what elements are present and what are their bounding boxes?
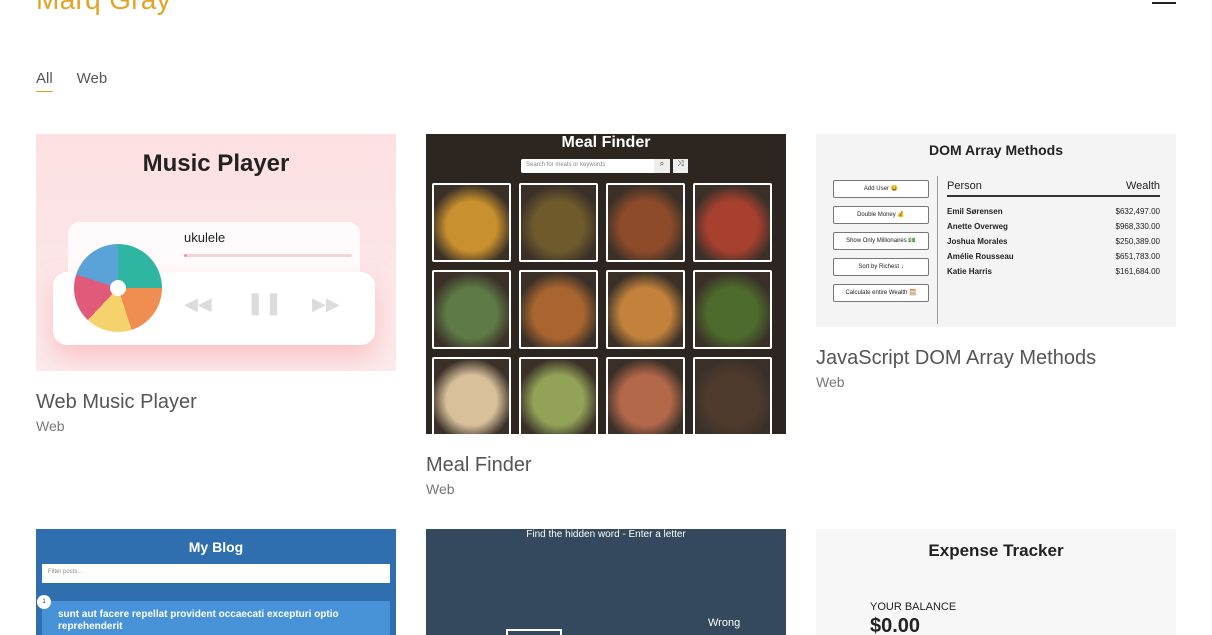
post-number-badge: 1 <box>37 595 51 609</box>
project-category: Web <box>36 418 65 434</box>
sort-by-richest-button: Sort by Richest ↓ <box>833 258 929 276</box>
table-row: Amélie Rousseau $651,783.00 <box>947 252 1160 267</box>
menu-toggle-button[interactable] <box>1152 0 1178 8</box>
pause-icon: ❚❚ <box>246 290 283 315</box>
meal-image <box>693 357 772 434</box>
thumbnail-heading: Expense Tracker <box>928 541 1064 560</box>
project-thumbnail[interactable]: Music Player ukulele ◀◀ ❚❚ ▶▶ <box>36 134 396 371</box>
category-filters: All Web <box>36 70 107 92</box>
column-wealth: Wealth <box>1125 180 1160 192</box>
person-wealth: $250,389.00 <box>1115 237 1161 246</box>
person-name: Amélie Rousseau <box>947 252 1014 261</box>
shuffle-icon: ⤨ <box>673 159 688 173</box>
next-icon: ▶▶ <box>312 294 340 314</box>
project-thumbnail[interactable]: Meal Finder Search for meals or keywords… <box>426 134 786 434</box>
project-title[interactable]: Meal Finder <box>426 454 786 477</box>
table-row: Anette Overweg $968,330.00 <box>947 222 1160 237</box>
filter-posts-input: Filter posts... <box>42 564 390 583</box>
project-category: Web <box>426 481 455 497</box>
project-card-music-player[interactable]: Music Player ukulele ◀◀ ❚❚ ▶▶ Web Music … <box>36 134 396 434</box>
project-card-blog[interactable]: My Blog Filter posts... sunt aut facere … <box>36 529 396 635</box>
balance-amount: $0.00 <box>870 615 921 635</box>
search-icon: ⌕ <box>654 159 670 173</box>
divider <box>937 176 938 324</box>
meal-image <box>606 270 685 349</box>
wrong-letters-label: Wrong <box>708 617 741 629</box>
project-title[interactable]: JavaScript DOM Array Methods <box>816 347 1176 370</box>
person-wealth: $161,684.00 <box>1115 267 1161 276</box>
project-title[interactable]: Web Music Player <box>36 391 396 414</box>
project-category: Web <box>816 374 845 390</box>
table-row: Emil Sørensen $632,497.00 <box>947 207 1160 222</box>
album-cover-icon <box>74 244 162 332</box>
meal-image <box>432 270 511 349</box>
thumbnail-heading: Music Player <box>142 150 290 177</box>
person-wealth: $632,497.00 <box>1115 207 1161 216</box>
project-thumbnail[interactable]: DOM Array Methods Add User 😀 Double Mone… <box>816 134 1176 327</box>
project-card-expense-tracker[interactable]: Expense Tracker YOUR BALANCE $0.00 <box>816 529 1176 635</box>
song-title: ukulele <box>184 230 226 245</box>
project-thumbnail[interactable]: Expense Tracker YOUR BALANCE $0.00 <box>816 529 1176 635</box>
person-name: Joshua Morales <box>947 237 1008 246</box>
add-user-button: Add User 😀 <box>833 180 929 198</box>
person-name: Emil Sørensen <box>947 207 1003 216</box>
previous-icon: ◀◀ <box>184 294 212 314</box>
meal-image <box>519 270 598 349</box>
post-preview: sunt aut facere repellat provident occae… <box>42 601 390 635</box>
table-row: Joshua Morales $250,389.00 <box>947 237 1160 252</box>
thumbnail-heading: DOM Array Methods <box>928 142 1064 158</box>
meal-image <box>432 183 511 262</box>
thumbnail-heading: My Blog <box>188 539 244 555</box>
show-millionaires-button: Show Only Millionaires 💵 <box>833 232 929 250</box>
meal-image <box>432 357 511 434</box>
person-wealth: $968,330.00 <box>1115 222 1161 231</box>
meal-image <box>519 183 598 262</box>
site-title[interactable]: Marq Gray <box>36 0 171 16</box>
song-progress-fill <box>184 254 188 257</box>
person-name: Anette Overweg <box>947 222 1008 231</box>
project-card-dom-array-methods[interactable]: DOM Array Methods Add User 😀 Double Mone… <box>816 134 1176 390</box>
action-buttons: Add User 😀 Double Money 💰 Show Only Mill… <box>833 180 929 302</box>
project-card-meal-finder[interactable]: Meal Finder Search for meals or keywords… <box>426 134 786 497</box>
table-row: Katie Harris $161,684.00 <box>947 267 1160 282</box>
table-header: Person Wealth <box>947 180 1160 197</box>
song-progress-bar <box>184 254 352 257</box>
gallows-icon <box>506 629 562 635</box>
meal-image <box>606 183 685 262</box>
filter-web[interactable]: Web <box>77 70 108 92</box>
person-wealth: $651,783.00 <box>1115 252 1161 261</box>
thumbnail-heading: Meal Finder <box>561 134 651 151</box>
meal-image <box>693 270 772 349</box>
column-person: Person <box>947 180 982 192</box>
double-money-button: Double Money 💰 <box>833 206 929 224</box>
filter-all[interactable]: All <box>36 70 53 92</box>
project-card-hangman[interactable]: Find the hidden word - Enter a letter Wr… <box>426 529 786 635</box>
wealth-table: Emil Sørensen $632,497.00 Anette Overweg $… <box>947 207 1160 282</box>
project-thumbnail[interactable]: My Blog Filter posts... sunt aut facere … <box>36 529 396 635</box>
game-instruction: Find the hidden word - Enter a letter <box>526 529 686 540</box>
meal-image <box>519 357 598 434</box>
meal-search-input: Search for meals or keywords <box>521 159 658 173</box>
hamburger-icon <box>1152 2 1176 4</box>
meal-image <box>606 357 685 434</box>
meal-image <box>693 183 772 262</box>
calculate-wealth-button: Calculate entire Wealth 🧮 <box>833 284 929 302</box>
meal-grid <box>432 183 774 434</box>
balance-label: YOUR BALANCE <box>870 601 957 613</box>
person-name: Katie Harris <box>947 267 992 276</box>
project-thumbnail[interactable]: Find the hidden word - Enter a letter Wr… <box>426 529 786 635</box>
